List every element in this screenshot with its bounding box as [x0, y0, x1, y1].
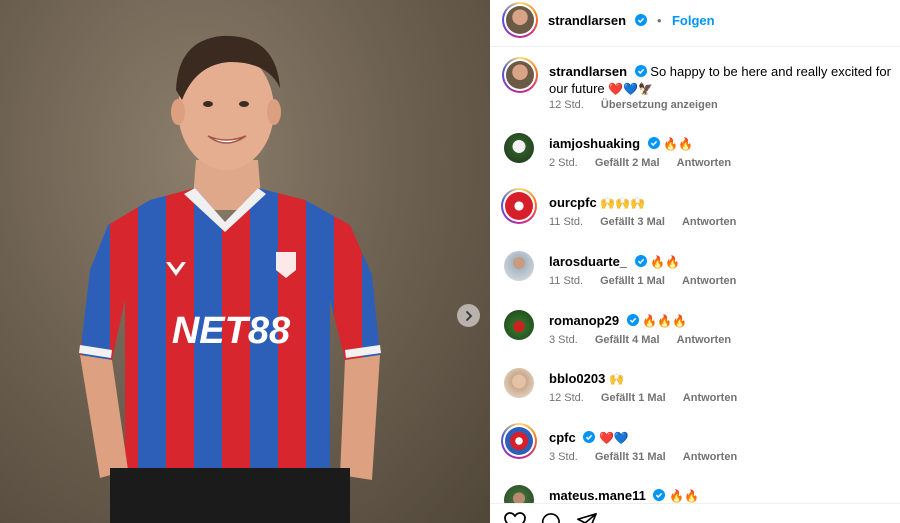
verified-badge-icon [653, 489, 666, 501]
comment-meta: 3 Std. Gefällt 31 Mal Antworten [549, 451, 751, 463]
comment-likes[interactable]: Gefällt 3 Mal [600, 216, 665, 228]
reply-button[interactable]: Antworten [683, 451, 737, 463]
instagram-post-view: NET88 strandlarsen • Folgen strandlarsen… [0, 0, 900, 523]
post-header: strandlarsen • Folgen [490, 0, 900, 47]
comment-time[interactable]: 3 Std. [549, 334, 578, 346]
author-avatar[interactable] [502, 2, 538, 38]
verified-badge-icon [634, 14, 647, 26]
comment-likes[interactable]: Gefällt 1 Mal [601, 392, 666, 404]
caption-emoji: ❤️💙🦅 [608, 82, 654, 96]
caption-time[interactable]: 12 Std. [549, 99, 584, 111]
comment-text: 🔥🔥 [669, 489, 699, 503]
send-icon[interactable] [576, 512, 598, 523]
commenter-avatar[interactable] [504, 133, 534, 163]
comment-meta: 11 Std. Gefällt 1 Mal Antworten [549, 275, 750, 287]
comment-username[interactable]: mateus.mane11 [549, 488, 646, 503]
comment-time[interactable]: 11 Std. [549, 275, 583, 287]
comment-text: 🔥🔥🔥 [642, 314, 688, 328]
reply-button[interactable]: Antworten [682, 216, 736, 228]
comment-text: 🙌🙌🙌 [600, 196, 646, 210]
comment-meta: 2 Std. Gefällt 2 Mal Antworten [549, 157, 745, 169]
commenter-avatar[interactable] [501, 423, 537, 459]
comment-time[interactable]: 3 Std. [549, 451, 578, 463]
comment-likes[interactable]: Gefällt 1 Mal [600, 275, 665, 287]
comment-text: 🔥🔥 [650, 255, 681, 269]
comment-time[interactable]: 11 Std. [549, 216, 583, 228]
comment-username[interactable]: ourcpfc [549, 195, 597, 210]
comment-meta: 11 Std. Gefällt 3 Mal Antworten [549, 216, 750, 228]
reply-button[interactable]: Antworten [677, 334, 731, 346]
post-photo[interactable]: NET88 [0, 0, 490, 523]
comment-text-block: iamjoshuaking 🔥🔥 [549, 135, 899, 153]
comment-text: ❤️💙 [598, 431, 629, 445]
comment-username[interactable]: iamjoshuaking [549, 136, 640, 151]
comment-likes[interactable]: Gefällt 2 Mal [595, 157, 660, 169]
commenter-avatar[interactable] [501, 188, 537, 224]
verified-badge-icon [634, 255, 647, 267]
comment-text: 🙌 [608, 372, 624, 386]
verified-badge-icon [634, 65, 647, 77]
comment-username[interactable]: cpfc [549, 430, 576, 445]
comment-time[interactable]: 12 Std. [549, 392, 584, 404]
comment-text-block: romanop29 🔥🔥🔥 [549, 312, 899, 330]
comment-meta: 3 Std. Gefällt 4 Mal Antworten [549, 334, 745, 346]
comment-text-block: ourcpfc 🙌🙌🙌 [549, 194, 899, 212]
comment-username[interactable]: bblo0203 [549, 371, 605, 386]
comment-likes[interactable]: Gefällt 31 Mal [595, 451, 666, 463]
verified-badge-icon [626, 314, 639, 326]
comment-likes[interactable]: Gefällt 4 Mal [595, 334, 660, 346]
heart-icon[interactable] [504, 512, 526, 523]
post-action-bar [490, 503, 900, 523]
comment-text: 🔥🔥 [663, 137, 694, 151]
follow-button[interactable]: Folgen [672, 13, 715, 28]
comment-time[interactable]: 2 Std. [549, 157, 578, 169]
comment-text-block: larosduarte_ 🔥🔥 [549, 253, 899, 271]
comment-username[interactable]: romanop29 [549, 313, 619, 328]
shirt-sponsor-text: NET88 [172, 310, 291, 352]
caption-username[interactable]: strandlarsen [549, 64, 627, 79]
next-image-button[interactable] [457, 304, 480, 327]
commenter-avatar[interactable] [504, 251, 534, 281]
verified-badge-icon [583, 431, 596, 443]
separator-dot: • [656, 13, 662, 28]
translate-link[interactable]: Übersetzung anzeigen [601, 99, 718, 111]
comments-panel: strandlarsen • Folgen strandlarsen So ha… [490, 0, 900, 523]
comment-meta: 12 Std. Gefällt 1 Mal Antworten [549, 392, 751, 404]
reply-button[interactable]: Antworten [677, 157, 731, 169]
commenter-avatar[interactable] [504, 368, 534, 398]
comment-username[interactable]: larosduarte_ [549, 254, 627, 269]
verified-badge-icon [647, 137, 660, 149]
caption-meta: 12 Std. Übersetzung anzeigen [549, 99, 732, 111]
reply-button[interactable]: Antworten [682, 275, 736, 287]
caption-avatar[interactable] [502, 57, 538, 93]
caption-text-block: strandlarsen So happy to be here and rea… [549, 63, 894, 98]
comment-text-block: cpfc ❤️💙 [549, 429, 899, 447]
reply-button[interactable]: Antworten [683, 392, 737, 404]
commenter-avatar[interactable] [504, 310, 534, 340]
author-username[interactable]: strandlarsen [548, 13, 626, 28]
comment-text-block: bblo0203 🙌 [549, 370, 899, 388]
player-illustration: NET88 [79, 35, 381, 523]
chevron-right-icon [465, 310, 472, 321]
comment-icon[interactable] [540, 512, 562, 523]
